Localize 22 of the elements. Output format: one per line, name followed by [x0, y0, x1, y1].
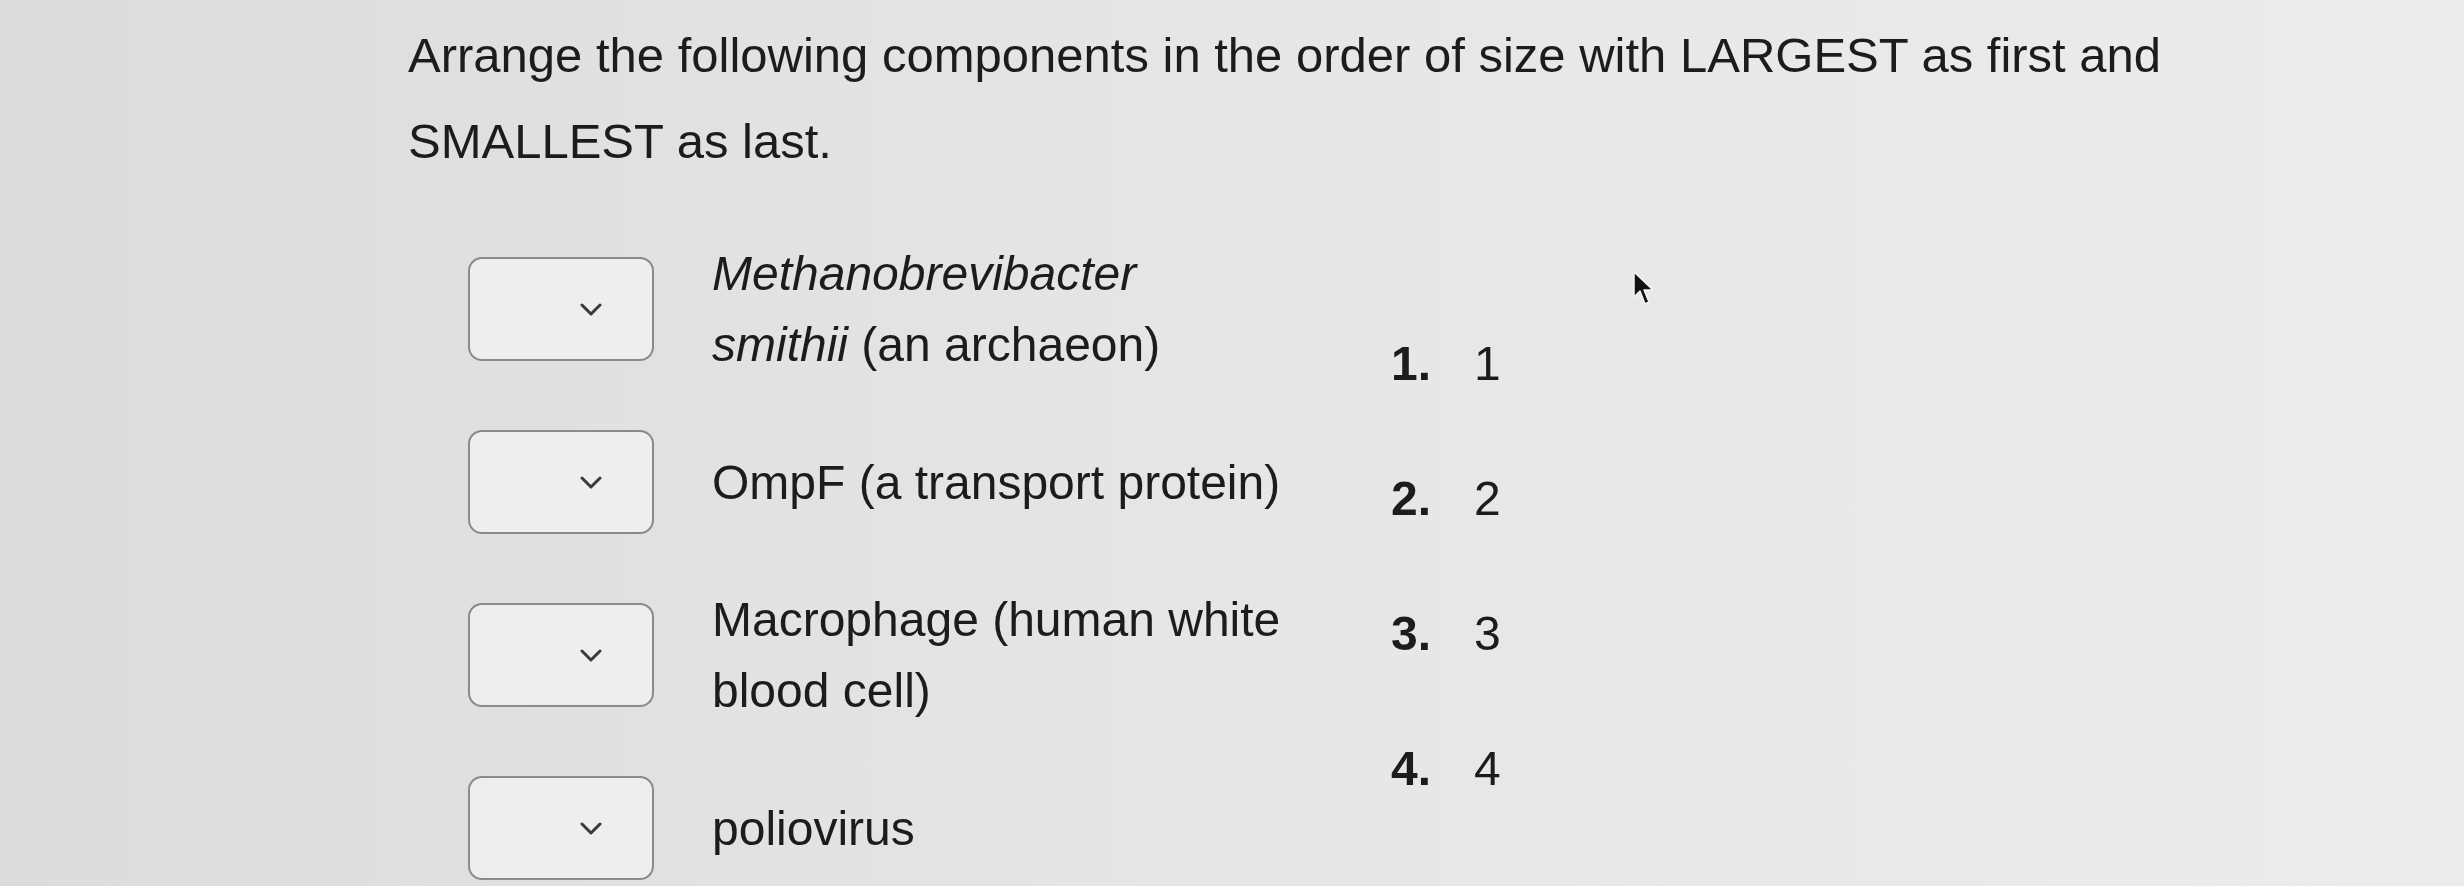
item-label: OmpF (a transport protein) [712, 454, 1282, 511]
item-label: Macrophage (human white blood cell) [712, 592, 1282, 719]
answer-dropdown[interactable] [468, 603, 654, 707]
item-label: Methanobrevibacter smithii (an archaeon) [712, 246, 1162, 373]
order-number: 4. [1391, 741, 1433, 797]
chevron-down-icon [580, 302, 602, 316]
order-item-text: 1 [1474, 336, 1501, 392]
mouse-cursor-icon [1633, 271, 1655, 307]
chevron-down-icon [580, 821, 602, 835]
answer-dropdown[interactable] [468, 257, 654, 361]
chevron-down-icon [580, 648, 602, 662]
order-number: 3. [1391, 606, 1433, 662]
item-label: poliovirus [712, 800, 916, 857]
order-item-text: 2 [1474, 471, 1501, 527]
order-number: 1. [1391, 336, 1433, 392]
order-item-text: 4 [1474, 741, 1501, 797]
chevron-down-icon [580, 475, 602, 489]
order-item-text: 3 [1474, 606, 1501, 662]
answer-dropdown[interactable] [468, 430, 654, 534]
question-text: Arrange the following components in the order of size with LARGEST as first and SMALLEST as last. [408, 27, 2163, 170]
order-number: 2. [1391, 471, 1433, 527]
answer-dropdown[interactable] [468, 776, 654, 880]
